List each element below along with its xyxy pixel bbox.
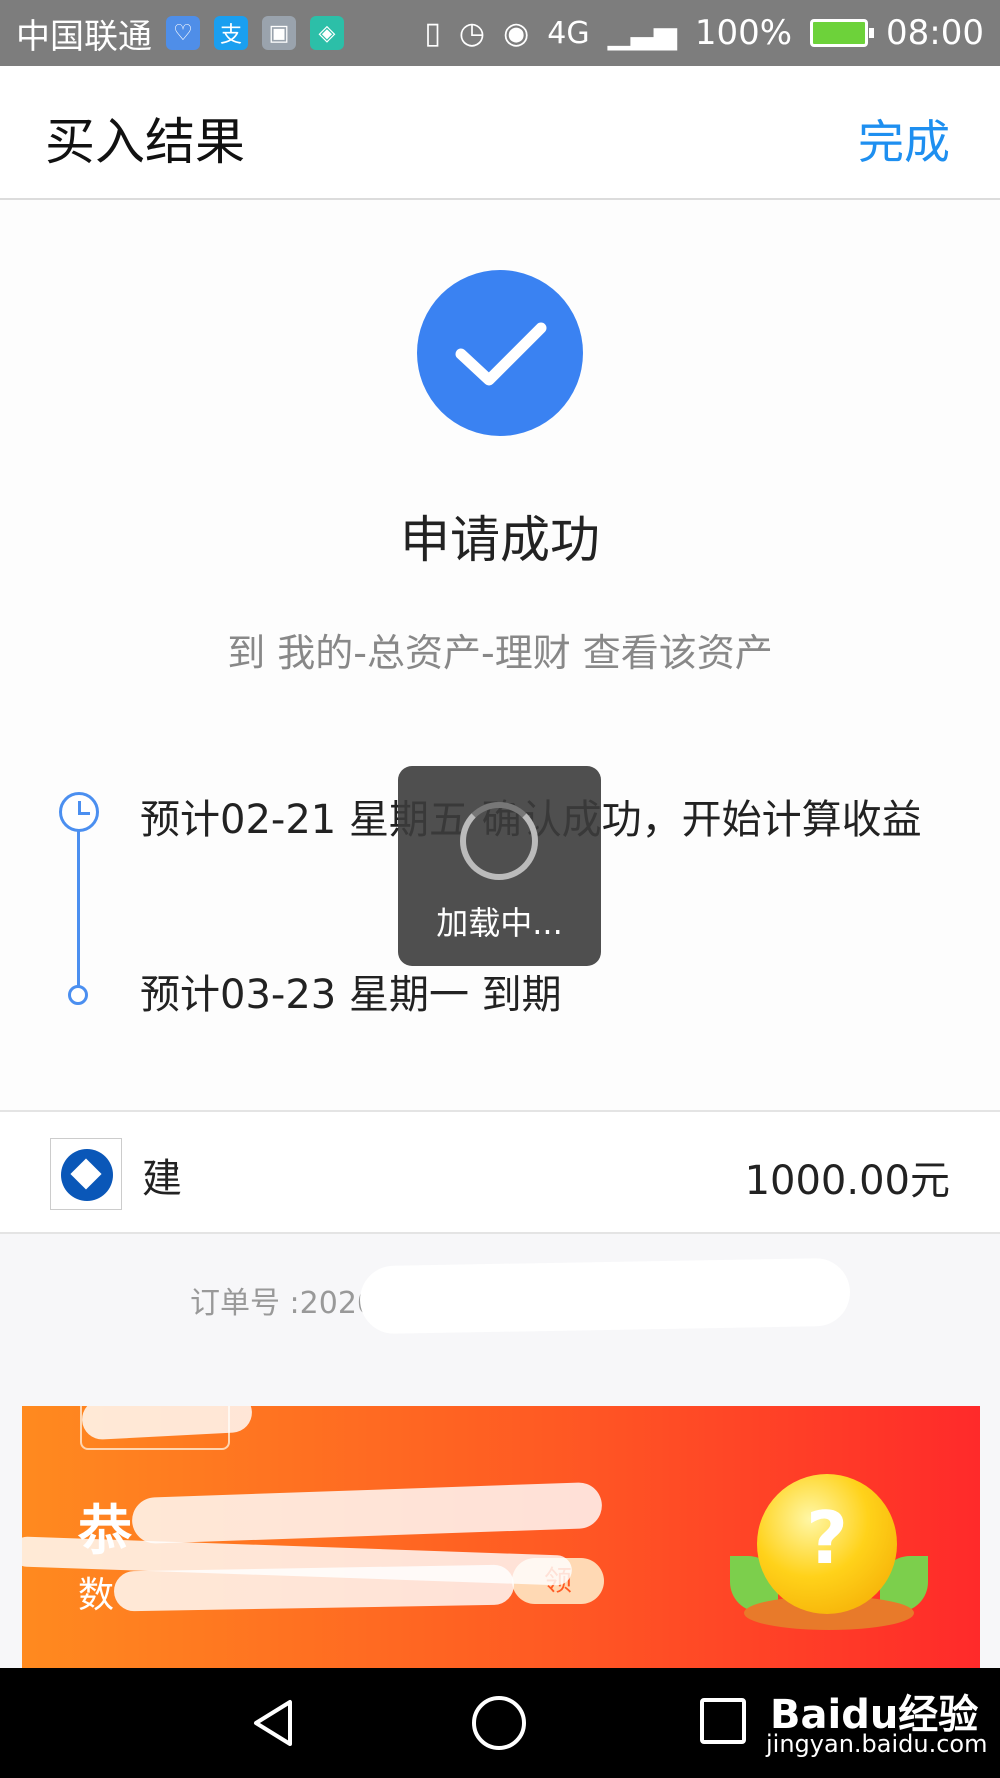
- product-name: 建: [142, 1156, 182, 1202]
- bank-logo-icon: [50, 1138, 122, 1210]
- timeline-line: [77, 830, 80, 990]
- navigation-bar: Baidu经验 jingyan.baidu.com: [0, 1668, 1000, 1778]
- timeline-dot-icon: [68, 985, 88, 1005]
- home-icon[interactable]: [472, 1696, 526, 1750]
- signal-icon: ▁▃▅: [607, 15, 677, 51]
- page-title: 买入结果: [45, 113, 245, 171]
- gallery-icon: ▣: [262, 16, 296, 50]
- timeline-expire-text: 预计03-23 星期一 到期: [140, 972, 562, 1018]
- recent-apps-icon[interactable]: [700, 1698, 746, 1744]
- loading-toast: 加载中...: [398, 766, 601, 966]
- success-subtitle: 到 我的-总资产-理财 查看该资产: [227, 631, 773, 675]
- loading-text: 加载中...: [436, 904, 563, 942]
- battery-icon: [810, 19, 875, 47]
- clock-icon: [59, 792, 99, 832]
- done-button[interactable]: 完成: [858, 106, 950, 172]
- redaction-scribble: [113, 1564, 515, 1612]
- battery-percent: 100%: [694, 13, 793, 53]
- clock-time: 08:00: [886, 13, 984, 53]
- eye-icon: ◉: [503, 15, 530, 51]
- status-right: ▯ ◷ ◉ 4G ▁▃▅ 100% 08:00: [424, 13, 984, 53]
- alarm-icon: ◷: [458, 15, 486, 51]
- promo-banner[interactable]: 恭 数 领 ?: [22, 1406, 980, 1668]
- product-amount: 1000.00元: [744, 1158, 950, 1204]
- back-icon[interactable]: [248, 1696, 302, 1750]
- product-row[interactable]: 建 1000.00元: [0, 1110, 1000, 1234]
- success-title: 申请成功: [400, 511, 600, 569]
- redaction-mark: [178, 1140, 428, 1202]
- shield-icon: ◈: [310, 16, 344, 50]
- network-label: 4G: [547, 15, 590, 51]
- watermark-url: jingyan.baidu.com: [766, 1730, 988, 1758]
- alipay-icon: 支: [214, 16, 248, 50]
- success-check-icon: [417, 270, 583, 436]
- banner-subtitle: 数: [78, 1575, 115, 1616]
- page-header: 买入结果 完成: [0, 66, 1000, 200]
- result-card: 申请成功 到 我的-总资产-理财 查看该资产 预计02-21 星期五 确认成功，…: [0, 200, 1000, 1110]
- vibrate-icon: ▯: [424, 15, 441, 51]
- spinner-icon: [460, 802, 538, 880]
- status-left: 中国联通 ♡ 支 ▣ ◈: [16, 9, 344, 58]
- redaction-scribble: [131, 1481, 603, 1545]
- status-bar: 中国联通 ♡ 支 ▣ ◈ ▯ ◷ ◉ 4G ▁▃▅ 100% 08:00: [0, 0, 1000, 66]
- order-redaction-mark: [359, 1257, 851, 1335]
- carrier-label: 中国联通: [16, 16, 152, 57]
- question-ball-icon: ?: [757, 1474, 897, 1614]
- health-icon: ♡: [166, 16, 200, 50]
